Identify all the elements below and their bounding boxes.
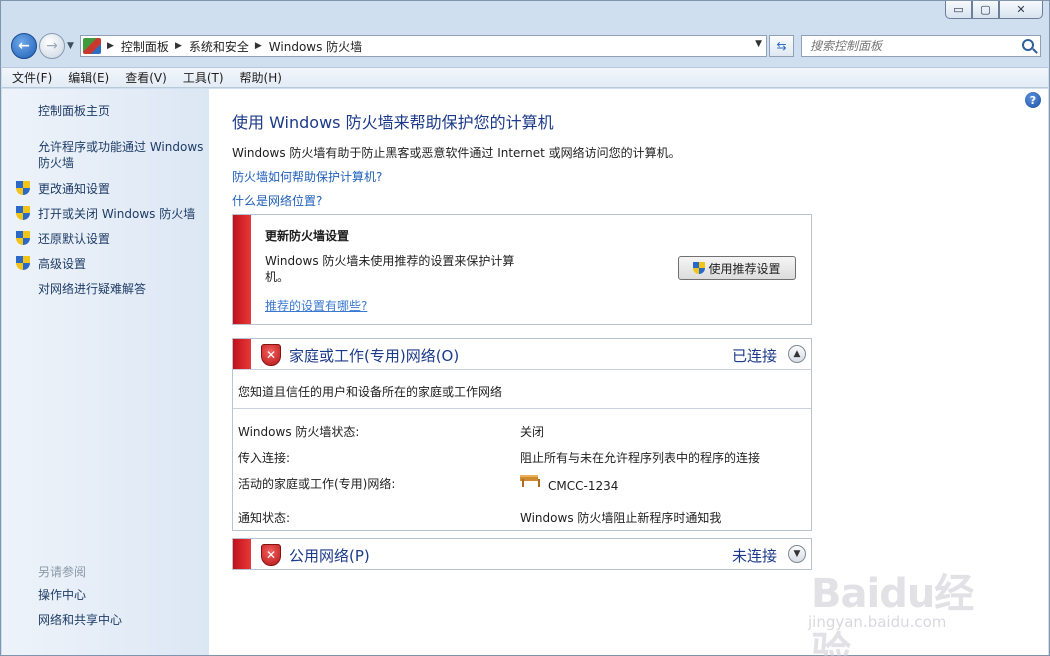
public-network-header[interactable]: ✕ 公用网络(P) 未连接 ▼ bbox=[233, 539, 811, 569]
collapse-chevron-icon[interactable]: ▲ bbox=[788, 345, 806, 363]
see-also-heading: 另请参阅 bbox=[38, 565, 87, 579]
close-icon: ✕ bbox=[1016, 3, 1026, 16]
breadcrumb-system-security[interactable]: 系统和安全 bbox=[189, 38, 249, 55]
firewall-state-value: 关闭 bbox=[520, 425, 545, 439]
breadcrumb-windows-firewall[interactable]: Windows 防火墙 bbox=[269, 38, 362, 55]
sidebar-item-notifications[interactable]: 更改通知设置 bbox=[38, 181, 208, 197]
sidebar-network-sharing-link[interactable]: 网络和共享中心 bbox=[38, 612, 208, 628]
menu-bar: 文件(F) 编辑(E) 查看(V) 工具(T) 帮助(H) bbox=[2, 67, 1048, 88]
history-dropdown-icon[interactable]: ▼ bbox=[67, 41, 74, 51]
alert-bar bbox=[233, 339, 251, 369]
home-network-title: 家庭或工作(专用)网络(O) bbox=[289, 347, 460, 365]
expand-chevron-icon[interactable]: ▼ bbox=[788, 545, 806, 563]
maximize-button[interactable]: ▢ bbox=[972, 1, 999, 19]
how-firewall-helps-link[interactable]: 防火墙如何帮助保护计算机? bbox=[232, 168, 382, 185]
help-icon[interactable]: ? bbox=[1025, 92, 1041, 108]
maximize-icon: ▢ bbox=[980, 3, 991, 16]
update-settings-title: 更新防火墙设置 bbox=[265, 229, 350, 243]
control-panel-icon bbox=[83, 38, 101, 54]
firewall-off-shield-icon: ✕ bbox=[261, 544, 281, 566]
use-recommended-settings-label: 使用推荐设置 bbox=[708, 261, 781, 276]
sidebar-allow-program-link[interactable]: 允许程序或功能通过 Windows 防火墙 bbox=[38, 139, 208, 171]
incoming-connections-value: 阻止所有与未在允许程序列表中的程序的连接 bbox=[520, 451, 761, 465]
incoming-connections-label: 传入连接: bbox=[238, 451, 291, 465]
back-arrow-icon: ← bbox=[18, 38, 30, 54]
forward-button[interactable]: → bbox=[39, 33, 65, 59]
uac-shield-icon bbox=[16, 206, 30, 221]
divider bbox=[233, 369, 811, 370]
breadcrumb-separator-icon[interactable]: ▶ bbox=[175, 41, 182, 51]
public-network-status: 未连接 bbox=[731, 547, 777, 565]
public-network-title: 公用网络(P) bbox=[289, 547, 370, 565]
active-network-label: 活动的家庭或工作(专用)网络: bbox=[238, 477, 396, 491]
sidebar-troubleshoot-link[interactable]: 对网络进行疑难解答 bbox=[38, 281, 208, 297]
uac-shield-icon bbox=[693, 261, 706, 275]
main-content: ? 使用 Windows 防火墙来帮助保护您的计算机 Windows 防火墙有助… bbox=[209, 89, 1048, 655]
search-input[interactable] bbox=[802, 36, 1002, 56]
menu-tools[interactable]: 工具(T) bbox=[183, 69, 224, 86]
sidebar-item-advanced-settings[interactable]: 高级设置 bbox=[38, 256, 208, 272]
alert-bar bbox=[233, 215, 251, 324]
network-location-link[interactable]: 什么是网络位置? bbox=[232, 192, 322, 209]
uac-shield-icon bbox=[16, 256, 30, 271]
notification-state-value: Windows 防火墙阻止新程序时通知我 bbox=[520, 511, 722, 525]
uac-shield-icon bbox=[16, 231, 30, 246]
alert-bar bbox=[233, 539, 251, 569]
home-network-icon bbox=[520, 473, 540, 487]
home-network-status: 已连接 bbox=[731, 347, 777, 365]
intro-text: Windows 防火墙有助于防止黑客或恶意软件通过 Internet 或网络访问… bbox=[232, 146, 681, 160]
search-box bbox=[801, 35, 1041, 57]
active-network-value: CMCC-1234 bbox=[548, 479, 619, 493]
window-controls: ▭ ▢ ✕ bbox=[945, 1, 1043, 19]
sidebar-item-restore-defaults[interactable]: 还原默认设置 bbox=[38, 231, 208, 247]
uac-shield-icon bbox=[16, 181, 30, 196]
menu-help[interactable]: 帮助(H) bbox=[240, 69, 282, 86]
breadcrumb-separator-icon[interactable]: ▶ bbox=[107, 41, 114, 51]
menu-file[interactable]: 文件(F) bbox=[12, 69, 52, 86]
public-network-panel: ✕ 公用网络(P) 未连接 ▼ bbox=[232, 538, 812, 570]
menu-view[interactable]: 查看(V) bbox=[125, 69, 167, 86]
navigation-bar: ← → ▼ ▶ 控制面板 ▶ 系统和安全 ▶ Windows 防火墙 ▼ ⇆ bbox=[1, 29, 1049, 63]
sidebar: 控制面板主页 允许程序或功能通过 Windows 防火墙 更改通知设置 打开或关… bbox=[2, 89, 209, 655]
refresh-button[interactable]: ⇆ bbox=[769, 35, 794, 57]
address-dropdown-icon[interactable]: ▼ bbox=[755, 39, 762, 49]
home-network-header[interactable]: ✕ 家庭或工作(专用)网络(O) 已连接 ▲ bbox=[233, 339, 811, 369]
close-button[interactable]: ✕ bbox=[999, 1, 1043, 19]
firewall-state-label: Windows 防火墙状态: bbox=[238, 425, 360, 439]
recommended-settings-link[interactable]: 推荐的设置有哪些? bbox=[265, 297, 367, 314]
home-network-description: 您知道且信任的用户和设备所在的家庭或工作网络 bbox=[238, 385, 503, 399]
refresh-icon: ⇆ bbox=[776, 39, 787, 53]
search-icon[interactable] bbox=[1022, 39, 1034, 51]
sidebar-item-toggle-firewall[interactable]: 打开或关闭 Windows 防火墙 bbox=[38, 206, 208, 222]
address-bar[interactable]: ▶ 控制面板 ▶ 系统和安全 ▶ Windows 防火墙 ▼ bbox=[80, 35, 767, 57]
window: ▭ ▢ ✕ ← → ▼ ▶ 控制面板 ▶ 系统和安全 ▶ Windows 防火墙… bbox=[0, 0, 1050, 656]
menu-edit[interactable]: 编辑(E) bbox=[68, 69, 109, 86]
breadcrumb-control-panel[interactable]: 控制面板 bbox=[121, 38, 169, 55]
sidebar-action-center-link[interactable]: 操作中心 bbox=[38, 587, 208, 603]
page-title: 使用 Windows 防火墙来帮助保护您的计算机 bbox=[232, 113, 554, 132]
update-settings-description: Windows 防火墙未使用推荐的设置来保护计算机。 bbox=[265, 254, 515, 284]
minimize-button[interactable]: ▭ bbox=[945, 1, 972, 19]
minimize-icon: ▭ bbox=[953, 3, 964, 16]
divider bbox=[233, 408, 811, 409]
firewall-off-shield-icon: ✕ bbox=[261, 344, 281, 366]
back-button[interactable]: ← bbox=[11, 33, 37, 59]
use-recommended-settings-button[interactable]: 使用推荐设置 bbox=[678, 256, 796, 280]
notification-state-label: 通知状态: bbox=[238, 511, 291, 525]
sidebar-home-link[interactable]: 控制面板主页 bbox=[38, 103, 208, 119]
breadcrumb-separator-icon[interactable]: ▶ bbox=[255, 41, 262, 51]
update-settings-panel: 更新防火墙设置 Windows 防火墙未使用推荐的设置来保护计算机。 推荐的设置… bbox=[232, 214, 812, 325]
home-network-panel: ✕ 家庭或工作(专用)网络(O) 已连接 ▲ 您知道且信任的用户和设备所在的家庭… bbox=[232, 338, 812, 531]
forward-arrow-icon: → bbox=[46, 38, 58, 54]
